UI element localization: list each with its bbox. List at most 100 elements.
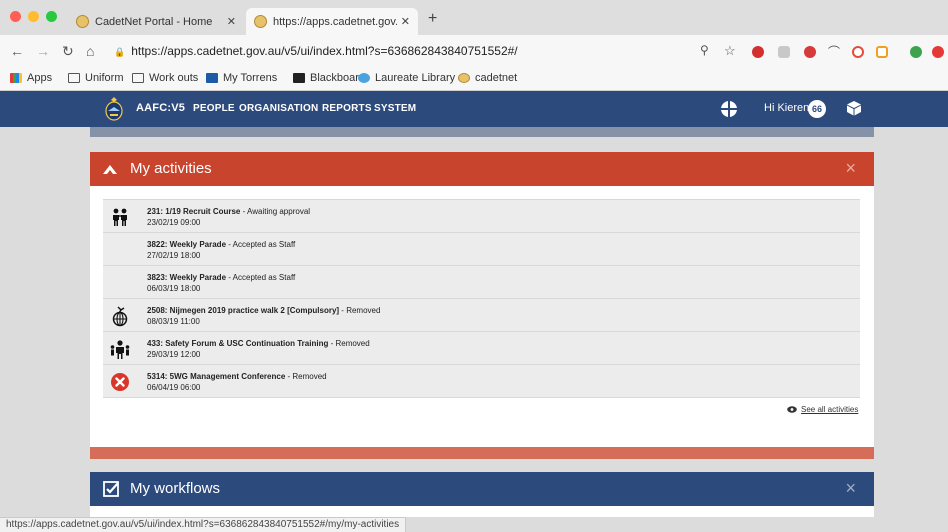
user-greeting[interactable]: Hi Kieren <box>764 102 809 114</box>
library-icon <box>358 73 370 83</box>
bookmark-label: Laureate Library <box>375 72 456 84</box>
activity-status: - Removed <box>339 306 381 315</box>
top-panel-strip <box>90 127 874 137</box>
window-minimize-button[interactable] <box>28 11 39 22</box>
activities-panel-header[interactable]: My activities × <box>90 152 874 186</box>
globe-walk-icon <box>109 305 131 327</box>
menu-organisation[interactable]: ORGANISATION <box>239 103 318 114</box>
activities-list: 231: 1/19 Recruit Course - Awaiting appr… <box>103 199 860 398</box>
bookmark-my-torrens[interactable]: My Torrens <box>206 72 277 84</box>
list-item[interactable]: 231: 1/19 Recruit Course - Awaiting appr… <box>103 200 860 233</box>
reload-icon[interactable]: ↻ <box>62 43 74 60</box>
zoom-icon[interactable]: ⚲ <box>700 43 709 57</box>
window-close-button[interactable] <box>10 11 21 22</box>
eye-icon <box>787 406 797 413</box>
list-item[interactable]: 433: Safety Forum & USC Continuation Tra… <box>103 332 860 365</box>
activity-datetime: 23/02/19 09:00 <box>147 218 201 227</box>
activity-status: - Awaiting approval <box>240 207 311 216</box>
aafc-crest-icon[interactable] <box>104 96 124 122</box>
window-zoom-button[interactable] <box>46 11 57 22</box>
tab-close-icon[interactable]: ✕ <box>227 15 236 28</box>
pinterest-extension-icon[interactable] <box>804 46 816 58</box>
note-extension-icon[interactable] <box>876 46 888 58</box>
cube-icon[interactable] <box>846 100 862 116</box>
chart-extension-icon[interactable]: ⌒ <box>828 43 840 60</box>
menu-system[interactable]: SYSTEM <box>374 103 416 114</box>
group-icon <box>109 338 131 360</box>
back-arrow-icon[interactable]: ← <box>10 43 24 59</box>
bookmark-label: cadetnet <box>475 72 518 84</box>
bookmark-label: Uniform <box>85 72 124 84</box>
bookmark-blackboard[interactable]: Blackboard <box>293 72 365 84</box>
app-header: AAFC:V5 PEOPLE ORGANISATION REPORTS SYST… <box>0 91 948 127</box>
browser-tab-bar: CadetNet Portal - Home ✕ https://apps.ca… <box>0 0 948 35</box>
see-all-label: See all activities <box>801 405 859 414</box>
workflows-panel-header[interactable]: My workflows × <box>90 472 874 506</box>
workflows-panel: My workflows × <box>90 472 874 517</box>
folder-icon <box>132 73 144 83</box>
activity-title[interactable]: 2508: Nijmegen 2019 practice walk 2 [Com… <box>147 306 339 315</box>
circle-extension-icon[interactable] <box>852 46 864 58</box>
bookmark-label: Work outs <box>149 72 199 84</box>
bookmarks-bar: Apps Uniform Work outs My Torrens Blackb… <box>0 68 948 91</box>
activity-status: - Removed <box>328 339 370 348</box>
home-icon[interactable]: ⌂ <box>86 43 94 59</box>
cadetnet-favicon-icon <box>254 15 267 28</box>
bookmark-uniform[interactable]: Uniform <box>68 72 124 84</box>
workflows-panel-body <box>90 506 874 517</box>
tab-close-icon[interactable]: ✕ <box>401 15 410 28</box>
list-item[interactable]: 3823: Weekly Parade - Accepted as Staff 0… <box>103 266 860 299</box>
folder-icon <box>68 73 80 83</box>
grey-extension-icon[interactable] <box>778 46 790 58</box>
browser-toolbar: ← → ↻ ⌂ 🔒 https://apps.cadetnet.gov.au/v5… <box>0 35 948 68</box>
globe-icon[interactable] <box>720 100 738 118</box>
see-all-activities-link[interactable]: See all activities <box>787 405 858 414</box>
apps-grid-icon <box>10 73 22 83</box>
activity-title[interactable]: 433: Safety Forum & USC Continuation Tra… <box>147 339 328 348</box>
chevron-up-icon[interactable] <box>102 163 118 175</box>
tab-title: CadetNet Portal - Home <box>95 15 213 28</box>
notification-badge[interactable]: 66 <box>808 100 826 118</box>
bookmark-work-outs[interactable]: Work outs <box>132 72 198 84</box>
update-extension-icon[interactable] <box>932 46 944 58</box>
activity-title[interactable]: 3822: Weekly Parade <box>147 240 226 249</box>
bookmark-cadetnet[interactable]: cadetnet <box>458 72 517 84</box>
list-item[interactable]: 2508: Nijmegen 2019 practice walk 2 [Com… <box>103 299 860 332</box>
activity-datetime: 08/03/19 11:00 <box>147 317 200 326</box>
tab-cadetnet-home[interactable]: CadetNet Portal - Home ✕ <box>68 8 244 35</box>
status-bar-url: https://apps.cadetnet.gov.au/v5/ui/index… <box>0 517 407 532</box>
tab-cadetnet-apps[interactable]: https://apps.cadetnet.gov.au/v ✕ <box>246 8 418 35</box>
activity-datetime: 29/03/19 12:00 <box>147 350 201 359</box>
checkbox-checked-icon[interactable] <box>103 481 119 497</box>
forward-arrow-icon[interactable]: → <box>36 43 50 59</box>
bookmark-label: Blackboard <box>310 72 366 84</box>
bookmark-label: My Torrens <box>223 72 278 84</box>
panel-divider-strip <box>90 447 874 459</box>
close-icon[interactable]: × <box>845 478 856 499</box>
menu-people[interactable]: PEOPLE <box>193 103 235 114</box>
menu-reports[interactable]: REPORTS <box>322 103 372 114</box>
activity-title[interactable]: 5314: 5WG Management Conference <box>147 372 285 381</box>
list-item[interactable]: 5314: 5WG Management Conference - Remove… <box>103 365 860 398</box>
panel-title: My workflows <box>130 480 221 497</box>
activity-title[interactable]: 3823: Weekly Parade <box>147 273 226 282</box>
people-icon <box>109 206 131 228</box>
url-text: https://apps.cadetnet.gov.au/v5/ui/index… <box>131 44 518 58</box>
activity-datetime: 06/03/19 18:00 <box>147 284 201 293</box>
cadetnet-favicon-icon <box>76 15 89 28</box>
new-tab-icon[interactable]: + <box>428 10 437 28</box>
list-item[interactable]: 3822: Weekly Parade - Accepted as Staff 2… <box>103 233 860 266</box>
app-name[interactable]: AAFC:V5 <box>136 102 185 114</box>
torrens-icon <box>206 73 218 83</box>
activity-title[interactable]: 231: 1/19 Recruit Course <box>147 207 240 216</box>
close-icon[interactable]: × <box>845 158 856 179</box>
bookmark-laureate-library[interactable]: Laureate Library <box>358 72 455 84</box>
opera-extension-icon[interactable] <box>752 46 764 58</box>
profile-avatar[interactable] <box>910 46 922 58</box>
bookmark-label: Apps <box>27 72 53 84</box>
bookmark-apps[interactable]: Apps <box>10 72 52 84</box>
cancel-icon <box>109 371 131 393</box>
bookmark-star-icon[interactable]: ☆ <box>724 43 736 59</box>
address-bar[interactable]: 🔒 https://apps.cadetnet.gov.au/v5/ui/inde… <box>114 41 674 62</box>
activity-datetime: 27/02/19 18:00 <box>147 251 201 260</box>
